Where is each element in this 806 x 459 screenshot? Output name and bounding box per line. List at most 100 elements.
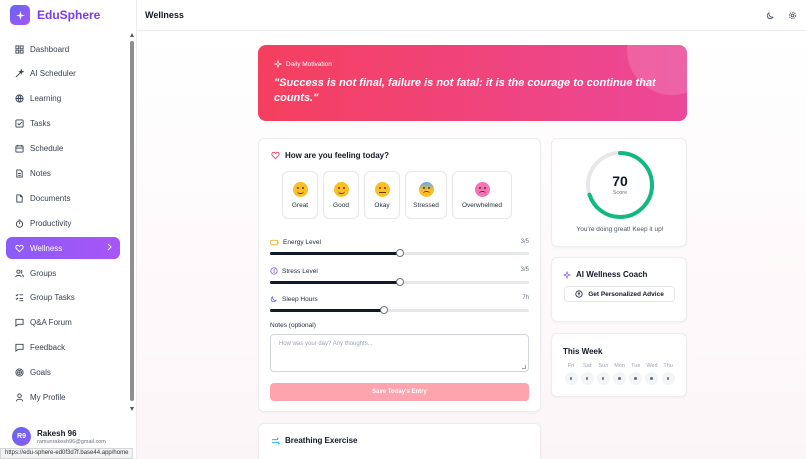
mood-option-label: Okay bbox=[374, 201, 390, 209]
page-title: Wellness bbox=[145, 10, 184, 20]
score-label: Score bbox=[612, 190, 628, 196]
day-fri: Fri bbox=[563, 363, 579, 385]
notes-textarea[interactable]: How was your day? Any thoughts... bbox=[270, 334, 529, 372]
user-name: Rakesh 96 bbox=[37, 428, 77, 438]
slider-fill bbox=[270, 281, 400, 284]
day-label: Sat bbox=[583, 363, 592, 369]
scrollbar-thumb[interactable] bbox=[130, 41, 134, 401]
users-icon bbox=[14, 268, 24, 278]
heart-icon bbox=[271, 151, 280, 160]
note-icon bbox=[14, 168, 24, 178]
sidebar-item-ai-scheduler[interactable]: AI Scheduler bbox=[6, 63, 120, 85]
user-profile[interactable]: R9 Rakesh 96 ramunrakesh96@gmail.com bbox=[12, 427, 106, 446]
mood-option-good[interactable]: Good bbox=[323, 171, 359, 219]
mood-option-label: Stressed bbox=[413, 201, 439, 209]
mood-options: Great Good Okay Stressed Overwhelmed bbox=[282, 171, 517, 219]
battery-icon bbox=[270, 239, 279, 246]
breathing-title-text: Breathing Exercise bbox=[285, 436, 358, 445]
sidebar-item-group-tasks[interactable]: Group Tasks bbox=[6, 287, 120, 309]
sidebar-item-documents[interactable]: Documents bbox=[6, 187, 120, 209]
sidebar-item-label: Documents bbox=[30, 193, 71, 203]
top-header: Wellness bbox=[137, 0, 806, 31]
score-value: 70 bbox=[612, 173, 628, 189]
this-week-card: This Week Fri Sat Sun Mon Tue Wed Thu bbox=[551, 333, 687, 397]
motivation-label: Daily Motivation bbox=[274, 60, 332, 68]
get-advice-label: Get Personalized Advice bbox=[588, 290, 664, 298]
scroll-down-icon[interactable] bbox=[130, 407, 134, 411]
sidebar-item-notes[interactable]: Notes bbox=[6, 162, 120, 184]
sidebar-item-label: Groups bbox=[30, 268, 57, 278]
day-dot bbox=[645, 372, 659, 385]
day-label: Thu bbox=[663, 363, 673, 369]
sidebar-item-label: Feedback bbox=[30, 343, 66, 353]
sidebar-item-tasks[interactable]: Tasks bbox=[6, 113, 120, 135]
slider-track[interactable] bbox=[270, 278, 529, 286]
day-thu: Thu bbox=[660, 363, 676, 385]
get-advice-button[interactable]: Get Personalized Advice bbox=[564, 286, 675, 302]
mood-option-label: Overwhelmed bbox=[461, 201, 503, 209]
day-label: Wed bbox=[646, 363, 658, 369]
checkbox-icon bbox=[14, 119, 24, 129]
sidebar-scrollbar[interactable] bbox=[130, 33, 135, 411]
status-bar-url: https://edu-sphere-ed0f3d7f.base44.app/h… bbox=[0, 448, 134, 459]
scroll-up-icon[interactable] bbox=[130, 33, 134, 37]
resize-handle[interactable] bbox=[522, 365, 526, 369]
notes-label: Notes (optional) bbox=[270, 322, 316, 329]
slider-value: 3/5 bbox=[520, 267, 529, 273]
sidebar-item-feedback[interactable]: Feedback bbox=[6, 337, 120, 359]
day-mon: Mon bbox=[612, 363, 628, 385]
mood-option-overwhelmed[interactable]: Overwhelmed bbox=[452, 171, 512, 219]
sidebar-item-schedule[interactable]: Schedule bbox=[6, 138, 120, 160]
day-tue: Tue bbox=[628, 363, 644, 385]
slider-thumb[interactable] bbox=[395, 278, 404, 286]
day-wed: Wed bbox=[644, 363, 660, 385]
slider-thumb[interactable] bbox=[379, 306, 388, 314]
heart-icon bbox=[14, 243, 24, 253]
mood-option-great[interactable]: Great bbox=[282, 171, 318, 219]
wellness-score-card: 70 Score You're doing great! Keep it up! bbox=[551, 138, 687, 247]
chevron-right-icon bbox=[106, 243, 112, 253]
sidebar-item-my-profile[interactable]: My Profile bbox=[6, 386, 120, 408]
sidebar-item-productivity[interactable]: Productivity bbox=[6, 212, 120, 234]
sidebar-item-qa-forum[interactable]: Q&A Forum bbox=[6, 312, 120, 334]
brain-icon bbox=[270, 267, 278, 275]
sidebar-item-goals[interactable]: Goals bbox=[6, 362, 120, 384]
sidebar-item-label: My Profile bbox=[30, 392, 66, 402]
sidebar-item-label: AI Scheduler bbox=[30, 69, 76, 79]
dashboard-icon bbox=[14, 44, 24, 54]
slider-track[interactable] bbox=[270, 306, 529, 314]
user-email: ramunrakesh96@gmail.com bbox=[37, 438, 106, 445]
list-check-icon bbox=[14, 293, 24, 303]
sidebar-item-learning[interactable]: Learning bbox=[6, 88, 120, 110]
day-dot bbox=[613, 372, 627, 385]
anxious-emoji-icon bbox=[418, 181, 434, 197]
mood-title-text: How are you feeling today? bbox=[285, 151, 390, 160]
sidebar-item-dashboard[interactable]: Dashboard bbox=[6, 38, 120, 60]
globe-icon bbox=[14, 94, 24, 104]
gear-icon[interactable] bbox=[787, 10, 797, 20]
sparkle-icon bbox=[563, 270, 571, 279]
slider-label: Stress Level bbox=[282, 267, 318, 275]
sidebar-item-label: Goals bbox=[30, 368, 51, 378]
mood-option-stressed[interactable]: Stressed bbox=[405, 171, 447, 219]
app-logo[interactable]: EduSphere bbox=[10, 5, 100, 25]
mood-option-okay[interactable]: Okay bbox=[364, 171, 400, 219]
save-entry-button[interactable]: Save Today's Entry bbox=[270, 383, 529, 401]
energy-level-slider: Energy Level 3/5 bbox=[270, 239, 529, 257]
sleep-hours-slider: Sleep Hours 7h bbox=[270, 295, 529, 314]
slider-label: Energy Level bbox=[283, 239, 321, 246]
ai-coach-card: AI Wellness Coach Get Personalized Advic… bbox=[551, 257, 687, 322]
sidebar-item-wellness[interactable]: Wellness bbox=[6, 237, 120, 260]
sidebar-item-groups[interactable]: Groups bbox=[6, 262, 120, 284]
day-dot bbox=[580, 372, 594, 385]
sidebar: EduSphere Dashboard AI Scheduler Learnin… bbox=[0, 0, 137, 459]
moon-icon[interactable] bbox=[765, 10, 775, 20]
app-name: EduSphere bbox=[37, 8, 101, 22]
day-label: Fri bbox=[567, 363, 575, 369]
slider-thumb[interactable] bbox=[395, 249, 404, 257]
day-sun: Sun bbox=[595, 363, 611, 385]
day-sat: Sat bbox=[579, 363, 595, 385]
target-icon bbox=[14, 368, 24, 378]
slider-track[interactable] bbox=[270, 249, 529, 257]
slider-value: 7h bbox=[522, 295, 529, 301]
